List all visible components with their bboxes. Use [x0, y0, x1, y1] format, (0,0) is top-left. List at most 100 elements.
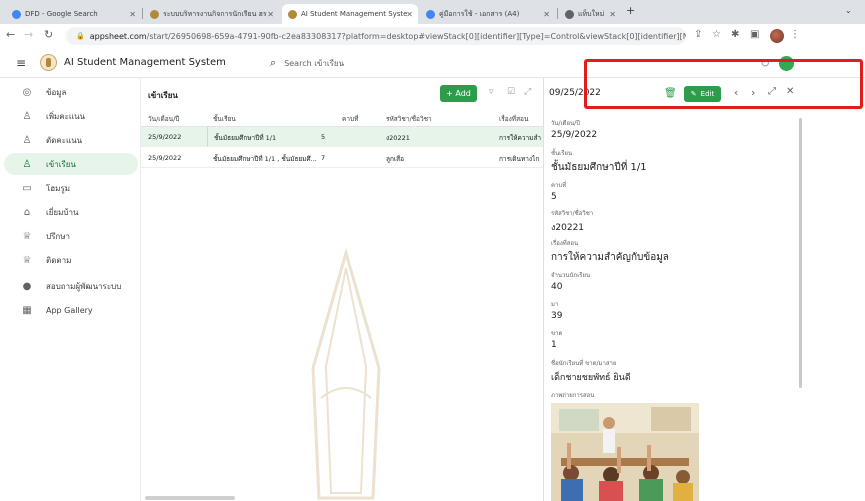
- chrome-menu-icon[interactable]: ⋮: [790, 29, 800, 40]
- side-panel-icon[interactable]: ▣: [750, 29, 759, 40]
- tab-label: คู่มือการใช้ - เอกสาร (A4): [439, 9, 520, 18]
- table-row[interactable]: 25/9/2022 ชั้นมัธยมศึกษาปีที่ 1/1 5 ง202…: [141, 127, 544, 147]
- field-value: 1: [551, 340, 557, 350]
- cell-topic: การให้ความสำ: [499, 134, 542, 142]
- field-teaching-photo: ภาพถ่ายการสอน: [551, 390, 594, 400]
- field-period: คาบที่ 5: [551, 180, 566, 202]
- filter-icon[interactable]: ▿: [489, 87, 494, 97]
- browser-tab-student-system[interactable]: ระบบบริหารงานกิจการนักเรียน ฮร ✕: [144, 4, 279, 24]
- google-favicon-icon: [12, 9, 21, 19]
- vertical-scrollbar[interactable]: [799, 118, 802, 388]
- tab-label: แท็บใหม่: [578, 9, 605, 18]
- app-favicon-icon: [150, 9, 159, 19]
- sidebar-item-label: ปรึกษา: [46, 231, 70, 241]
- tab-label: AI Student Management Syste: [301, 10, 408, 18]
- sidebar-item-attendance[interactable]: ♙ เข้าเรียน: [4, 153, 138, 175]
- close-tab-icon[interactable]: ✕: [543, 10, 550, 19]
- cell-date: 25/9/2022: [148, 154, 182, 162]
- field-value: การให้ความสำคัญกับข้อมูล: [551, 252, 669, 263]
- cell-subject: ง20221: [386, 134, 410, 142]
- teaching-photo-image[interactable]: [551, 403, 699, 501]
- field-value: 25/9/2022: [551, 130, 598, 140]
- field-label: คาบที่: [551, 182, 567, 189]
- new-tab-button[interactable]: +: [626, 4, 635, 17]
- tab-search-chevron-icon[interactable]: ⌄: [845, 6, 852, 15]
- browser-tab-ai-student-active[interactable]: AI Student Management Syste ✕: [282, 4, 418, 24]
- browser-tab-google[interactable]: DFD - Google Search ✕: [6, 4, 141, 24]
- expand-icon[interactable]: ⤢: [524, 87, 531, 97]
- sidebar-item-ask-developer[interactable]: ● สอบถามผู้พัฒนาระบบ: [4, 275, 138, 297]
- docs-favicon-icon: [426, 9, 435, 19]
- select-checkbox-icon[interactable]: ☑: [507, 87, 515, 97]
- follow-up-icon: ♕: [22, 254, 32, 266]
- browser-tab-bar: DFD - Google Search ✕ ระบบบริหารงานกิจกา…: [0, 0, 865, 24]
- tab-label: DFD - Google Search: [25, 10, 98, 18]
- column-header-date[interactable]: วัน/เดือน/ปี: [148, 114, 179, 124]
- browser-tab-docs-manual[interactable]: คู่มือการใช้ - เอกสาร (A4) ✕: [420, 4, 555, 24]
- add-button[interactable]: + Add: [440, 85, 477, 102]
- field-label: ภาพถ่ายการสอน: [551, 392, 595, 399]
- horizontal-scrollbar[interactable]: [145, 496, 235, 500]
- person-remove-icon: ♙: [22, 134, 32, 146]
- column-header-topic[interactable]: เรื่องที่สอน: [499, 114, 528, 124]
- field-value: 5: [551, 192, 557, 202]
- extensions-puzzle-icon[interactable]: ✱: [731, 29, 739, 40]
- share-icon[interactable]: ⇪: [694, 29, 702, 40]
- field-label: ชื่อนักเรียนที่ ขาด/มาสาย: [551, 360, 617, 367]
- sidebar-item-label: เข้าเรียน: [46, 159, 76, 169]
- info-icon: ●: [22, 280, 32, 292]
- reload-icon[interactable]: ↻: [44, 28, 53, 41]
- field-absent: ขาด 1: [551, 328, 562, 350]
- sidebar-item-homeroom[interactable]: ▭ โฮมรูม: [4, 177, 138, 199]
- search-bar[interactable]: ⌕ Search เข้าเรียน: [270, 56, 344, 70]
- search-input[interactable]: Search เข้าเรียน: [284, 57, 344, 70]
- sidebar-item-label: เพิ่มคะแนน: [46, 111, 86, 121]
- sidebar-nav: ◎ ข้อมูล ♙ เพิ่มคะแนน ♙ ตัดคะแนน ♙ เข้าเ…: [0, 78, 140, 501]
- bookmark-star-icon[interactable]: ☆: [712, 29, 721, 40]
- sidebar-item-consult[interactable]: ♕ ปรึกษา: [4, 225, 138, 247]
- sidebar-item-app-gallery[interactable]: ▦ App Gallery: [4, 299, 138, 321]
- table-header-bar: เข้าเรียน + Add ▿ ☑ ⤢: [141, 78, 544, 110]
- field-value: ชั้นมัธยมศึกษาปีที่ 1/1: [551, 162, 647, 173]
- sidebar-item-label: App Gallery: [46, 305, 93, 315]
- column-header-period[interactable]: คาบที่: [342, 114, 358, 124]
- sidebar-item-follow-up[interactable]: ♕ ติดตาม: [4, 249, 138, 271]
- new-tab-favicon-icon: [565, 9, 574, 19]
- field-value: 40: [551, 282, 563, 292]
- field-date: วัน/เดือน/ปี 25/9/2022: [551, 118, 597, 140]
- app-logo-icon: [40, 54, 57, 71]
- person-check-icon: ♙: [22, 158, 32, 170]
- sidebar-item-info[interactable]: ◎ ข้อมูล: [4, 81, 138, 103]
- column-header-subject[interactable]: รหัสวิชา/ชื่อวิชา: [386, 114, 432, 124]
- home-icon: ⌂: [23, 206, 31, 218]
- close-tab-icon[interactable]: ✕: [267, 10, 274, 19]
- person-add-icon: ♙: [22, 110, 32, 122]
- close-tab-icon[interactable]: ✕: [129, 10, 136, 19]
- table-title: เข้าเรียน: [148, 91, 178, 100]
- sidebar-item-add-score[interactable]: ♙ เพิ่มคะแนน: [4, 105, 138, 127]
- sidebar-item-label: โฮมรูม: [46, 183, 71, 193]
- cell-class: ชั้นมัธยมศึกษาปีที่ 1/1 , ชั้นมัธยมศึ...: [213, 155, 317, 163]
- hamburger-menu-icon[interactable]: ≡: [16, 56, 26, 70]
- forward-arrow-icon[interactable]: →: [24, 28, 33, 41]
- back-arrow-icon[interactable]: ←: [6, 28, 15, 41]
- table-row[interactable]: 25/9/2022 ชั้นมัธยมศึกษาปีที่ 1/1 , ชั้น…: [141, 148, 544, 168]
- sidebar-item-label: ตัดคะแนน: [46, 135, 83, 145]
- classroom-icon: ▭: [22, 182, 32, 194]
- school-emblem-watermark: [311, 248, 381, 500]
- tab-label: ระบบบริหารงานกิจการนักเรียน ฮร: [163, 9, 267, 18]
- url-path: /start/26950698-659a-4791-90fb-c2ea83308…: [146, 31, 686, 41]
- field-label: เรื่องที่สอน: [551, 240, 579, 247]
- address-bar[interactable]: 🔒 appsheet.com /start/26950698-659a-4791…: [66, 27, 686, 45]
- close-tab-icon[interactable]: ✕: [406, 10, 413, 19]
- close-tab-icon[interactable]: ✕: [609, 10, 616, 19]
- column-header-class[interactable]: ชั้นเรียน: [213, 114, 236, 124]
- field-value: ง20221: [551, 223, 585, 233]
- highlight-annotation-box: [584, 59, 863, 109]
- sidebar-item-deduct-score[interactable]: ♙ ตัดคะแนน: [4, 129, 138, 151]
- field-label: ขาด: [551, 330, 563, 337]
- profile-avatar-icon[interactable]: [770, 29, 784, 43]
- sidebar-item-label: ติดตาม: [46, 255, 72, 265]
- browser-tab-new-tab[interactable]: แท็บใหม่ ✕: [559, 4, 621, 24]
- sidebar-item-home-visit[interactable]: ⌂ เยี่ยมบ้าน: [4, 201, 138, 223]
